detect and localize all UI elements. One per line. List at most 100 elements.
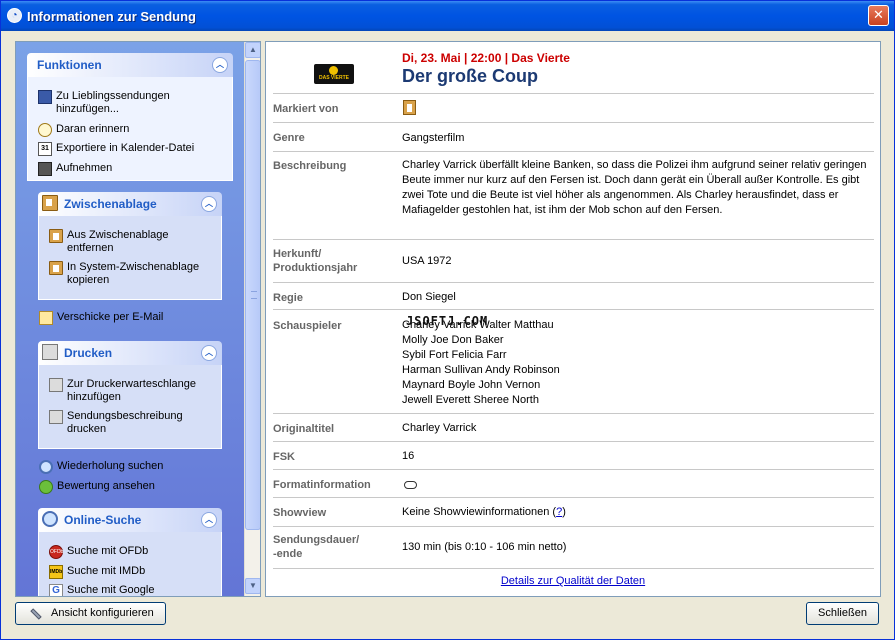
configure-view-button[interactable]: Ansicht konfigurieren <box>15 602 166 625</box>
air-date: Di, 23. Mai | 22:00 | Das Vierte <box>402 51 570 65</box>
task-label: Sendungsbeschreibung drucken <box>67 410 183 435</box>
printer-icon <box>42 344 58 360</box>
tools-icon <box>30 608 42 620</box>
chevron-up-icon[interactable]: ︿ <box>212 57 228 73</box>
actor-line: Maynard Boyle John Vernon <box>402 379 541 391</box>
program-info-window: ◔ Informationen zur Sendung ✕ Funktionen… <box>0 0 895 640</box>
row-label: Showview <box>273 507 327 519</box>
section-header-online-suche[interactable]: Online-Suche ︿ <box>38 508 222 532</box>
row-label: Schauspieler <box>273 320 342 332</box>
section-title-funktionen: Funktionen <box>37 58 102 72</box>
task-pane-scrollbar[interactable]: ▲ ▼ <box>244 42 260 596</box>
program-details-pane: DAS VIERTE Di, 23. Mai | 22:00 | Das Vie… <box>265 41 881 597</box>
section-body-funktionen: Zu Lieblingssendungen hinzufügen... Dara… <box>27 77 233 181</box>
task-label: Suche mit Google <box>67 584 155 596</box>
section-title-online-suche: Online-Suche <box>64 513 142 527</box>
row-beschreibung: Beschreibung Charley Varrick überfällt k… <box>273 151 874 239</box>
row-label: Sendungsdauer/ <box>273 534 360 546</box>
format-stereo-icon <box>404 481 417 489</box>
task-label: Zur Druckerwarteschlange hinzufügen <box>67 378 196 403</box>
row-label: -ende <box>273 548 303 560</box>
printer-icon <box>49 410 63 424</box>
row-regie: Regie Don Siegel <box>273 282 874 309</box>
watermark-text: JSOFTJ.COM <box>406 314 489 328</box>
task-label: Aus Zwischenablage entfernen <box>67 229 169 254</box>
clipboard-icon <box>49 261 63 275</box>
row-divider <box>273 568 874 569</box>
section-body-drucken: Zur Druckerwarteschlange hinzufügen Send… <box>38 365 222 449</box>
record-icon <box>38 162 52 176</box>
chevron-up-icon[interactable]: ︿ <box>201 196 217 212</box>
task-label: Exportiere in Kalender-Datei <box>56 142 195 154</box>
task-label: Suche mit OFDb <box>67 545 149 557</box>
actor-line: Jewell Everett Sheree North <box>402 394 539 406</box>
close-button[interactable]: Schließen <box>806 602 879 625</box>
calendar-icon: 31 <box>38 142 52 156</box>
actor-line: Harman Sullivan Andy Robinson <box>402 364 560 376</box>
printer-icon <box>49 378 63 392</box>
task-label: In System-Zwischenablage kopieren <box>67 261 200 286</box>
actor-line: Sybil Fort Felicia Farr <box>402 349 507 361</box>
row-genre: Genre Gangsterfilm <box>273 122 874 151</box>
section-header-funktionen[interactable]: Funktionen ︿ <box>27 53 233 77</box>
row-value: Keine Showviewinformationen (?) <box>402 506 566 518</box>
task-label: Zu Lieblingssendungen hinzufügen... <box>56 90 170 115</box>
row-showview: Showview Keine Showviewinformationen (?) <box>273 497 874 526</box>
data-quality-link[interactable]: Details zur Qualität der Daten <box>266 575 880 587</box>
section-header-drucken[interactable]: Drucken ︿ <box>38 341 222 365</box>
chevron-up-icon[interactable]: ︿ <box>201 345 217 361</box>
section-title-zwischenablage: Zwischenablage <box>64 197 157 211</box>
app-icon: ◔ <box>7 8 22 23</box>
row-label: Regie <box>273 292 303 304</box>
row-originaltitel: Originaltitel Charley Varrick <box>273 413 874 441</box>
row-value: Gangsterfilm <box>402 132 465 144</box>
task-label: Wiederholung suchen <box>57 460 164 472</box>
close-window-button[interactable]: ✕ <box>868 5 889 26</box>
title-bar[interactable]: ◔ Informationen zur Sendung ✕ <box>1 1 894 31</box>
reminder-clock-icon <box>38 123 52 137</box>
scroll-down-arrow-icon[interactable]: ▼ <box>245 578 260 594</box>
clipboard-icon[interactable] <box>403 100 416 115</box>
row-fsk: FSK 16 <box>273 441 874 469</box>
row-value: USA 1972 <box>402 255 452 267</box>
chevron-up-icon[interactable]: ︿ <box>201 512 217 528</box>
row-label: Herkunft/ <box>273 248 322 260</box>
showview-help-link[interactable]: ? <box>556 506 562 518</box>
actor-line: Molly Joe Don Baker <box>402 334 504 346</box>
scrollbar-thumb[interactable] <box>245 60 260 530</box>
row-label: Beschreibung <box>273 160 347 172</box>
configure-view-label: Ansicht konfigurieren <box>51 607 154 619</box>
grip-icon <box>251 291 257 299</box>
showview-text: Keine Showviewinformationen <box>402 506 550 518</box>
section-header-zwischenablage[interactable]: Zwischenablage ︿ <box>38 192 222 216</box>
row-schauspieler: Schauspieler Charley Varrick Walter Matt… <box>273 309 874 413</box>
row-value: Don Siegel <box>402 291 456 303</box>
channel-logo-text: DAS VIERTE <box>318 75 349 81</box>
mail-icon <box>39 311 53 325</box>
task-label: Daran erinnern <box>56 123 130 135</box>
section-body-online-suche: OFDb Suche mit OFDb IMDb Suche mit IMDb … <box>38 532 222 596</box>
task-label: Suche mit IMDb <box>67 565 146 577</box>
row-markiert-von: Markiert von <box>273 93 874 122</box>
row-value: Charley Varrick <box>402 422 477 434</box>
search-icon <box>39 460 53 474</box>
row-value: Charley Varrick überfällt kleine Banken,… <box>402 159 867 216</box>
row-sendungsdauer: Sendungsdauer/ -ende 130 min (bis 0:10 -… <box>273 526 874 568</box>
window-title: Informationen zur Sendung <box>27 9 196 24</box>
ofdb-icon: OFDb <box>49 545 63 559</box>
task-label: Verschicke per E-Mail <box>57 311 164 323</box>
favorites-icon <box>38 90 52 104</box>
clipboard-icon <box>42 195 58 211</box>
row-herkunft: Herkunft/ Produktionsjahr USA 1972 <box>273 239 874 282</box>
row-label: Formatinformation <box>273 479 371 491</box>
search-icon <box>42 511 58 527</box>
row-formatinformation: Formatinformation <box>273 469 874 497</box>
close-button-label: Schließen <box>818 607 867 619</box>
task-pane: Funktionen ︿ Zu Lieblingssendungen hinzu… <box>15 41 261 597</box>
row-value: 130 min (bis 0:10 - 106 min netto) <box>402 541 567 553</box>
section-body-zwischenablage: Aus Zwischenablage entfernen In System-Z… <box>38 216 222 300</box>
row-value: 16 <box>402 450 415 462</box>
row-label: Produktionsjahr <box>273 262 358 274</box>
program-title: Der große Coup <box>402 66 539 86</box>
scroll-up-arrow-icon[interactable]: ▲ <box>245 42 260 58</box>
